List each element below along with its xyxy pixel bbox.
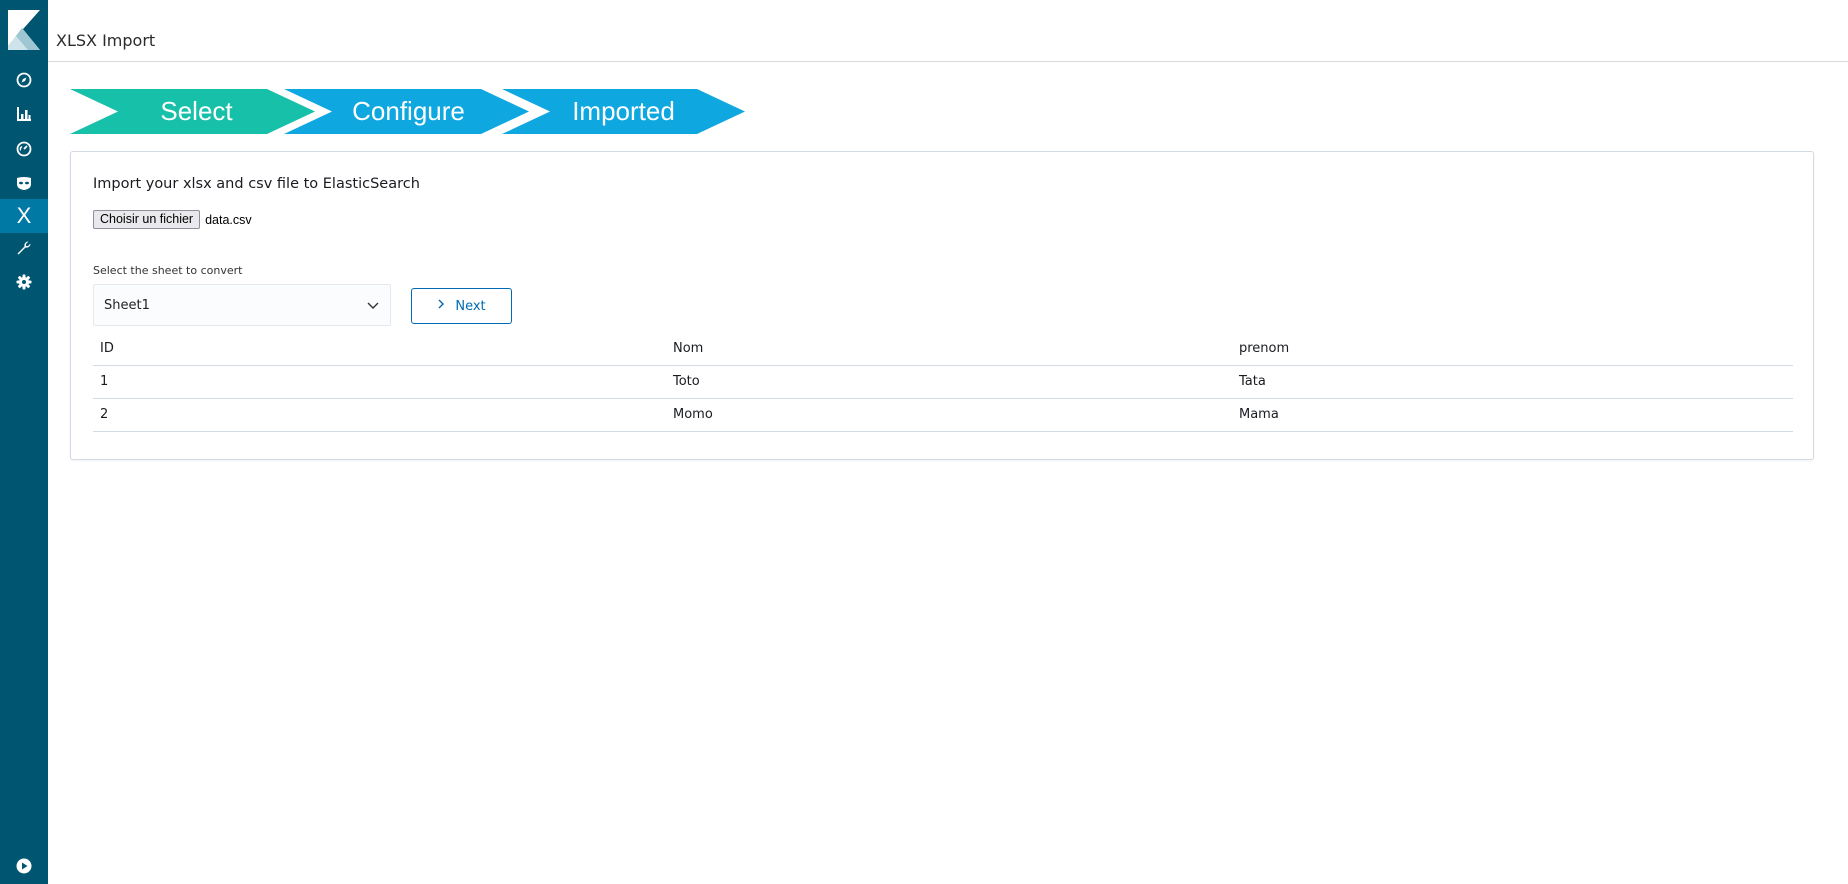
table-cell: Toto xyxy=(666,365,1232,399)
step-label: Select xyxy=(160,96,233,126)
table-cell: 1 xyxy=(93,365,666,399)
bar-chart-icon xyxy=(16,106,32,122)
choose-file-button[interactable]: Choisir un fichier xyxy=(93,210,201,229)
gear-icon xyxy=(16,274,32,290)
step-label: Configure xyxy=(352,96,465,126)
panel-title: Import your xlsx and csv file to Elastic… xyxy=(93,176,420,192)
chevron-down-icon xyxy=(366,298,380,316)
table-cell: Momo xyxy=(666,398,1232,432)
column-header: prenom xyxy=(1232,332,1793,366)
sidebar-item-timelion[interactable] xyxy=(0,166,48,200)
table-cell: 2 xyxy=(93,398,666,432)
table-row: 1 Toto Tata xyxy=(93,365,1793,399)
page-title: XLSX Import xyxy=(56,31,156,50)
file-input: Choisir un fichier data.csv xyxy=(93,210,252,229)
x-icon: X xyxy=(16,203,32,228)
mask-icon xyxy=(16,175,32,191)
column-header: ID xyxy=(93,332,666,366)
step-label: Imported xyxy=(572,96,675,126)
wrench-icon xyxy=(16,240,32,256)
sidebar-item-dashboard[interactable] xyxy=(0,132,48,166)
sidebar-collapse-button[interactable] xyxy=(0,849,48,883)
sheet-select-label: Select the sheet to convert xyxy=(93,264,243,277)
sidebar-item-discover[interactable] xyxy=(0,63,48,97)
sidebar-item-visualize[interactable] xyxy=(0,97,48,131)
next-button-label: Next xyxy=(455,298,486,314)
column-header: Nom xyxy=(666,332,1232,366)
table-cell: Tata xyxy=(1232,365,1793,399)
gauge-icon xyxy=(16,141,32,157)
step-configure: Configure xyxy=(284,89,529,134)
chevron-right-icon xyxy=(437,298,455,314)
import-panel: Import your xlsx and csv file to Elastic… xyxy=(70,151,1814,460)
sidebar: X xyxy=(0,0,48,884)
kibana-logo[interactable] xyxy=(8,10,40,50)
sheet-select-value: Sheet1 xyxy=(104,297,150,313)
step-select: Select xyxy=(70,89,315,134)
table-row: 2 Momo Mama xyxy=(93,398,1793,432)
sheet-select[interactable]: Sheet1 xyxy=(93,284,391,326)
sidebar-item-dev-tools[interactable] xyxy=(0,231,48,265)
step-imported: Imported xyxy=(502,89,745,134)
next-button[interactable]: Next xyxy=(411,288,512,324)
table-cell: Mama xyxy=(1232,398,1793,432)
compass-icon xyxy=(16,72,32,88)
sidebar-item-xlsx-import[interactable]: X xyxy=(0,199,48,233)
play-circle-icon xyxy=(16,858,32,874)
sidebar-item-management[interactable] xyxy=(0,265,48,299)
preview-table: ID Nom prenom 1 Toto Tata 2 Momo Mama xyxy=(93,332,1793,432)
header: XLSX Import xyxy=(48,0,1848,62)
file-name: data.csv xyxy=(205,212,252,227)
table-header-row: ID Nom prenom xyxy=(93,332,1793,366)
